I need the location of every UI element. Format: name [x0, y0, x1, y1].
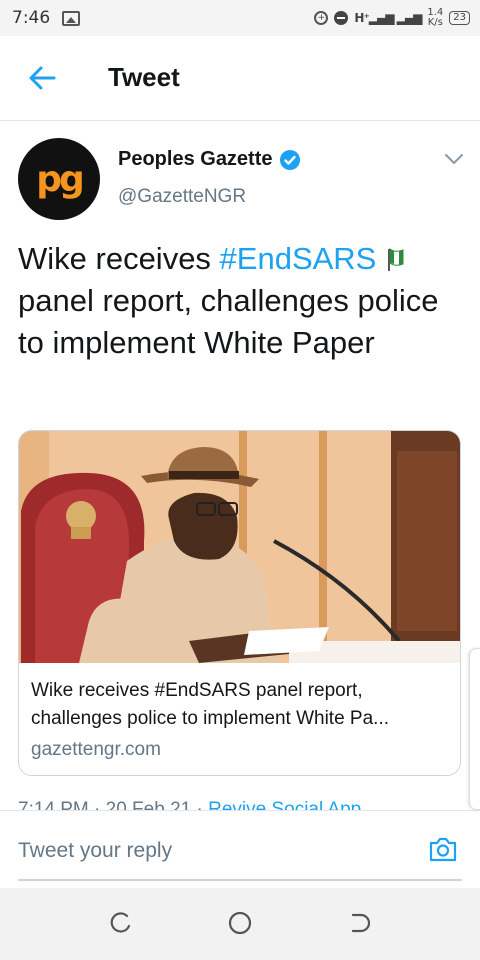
do-not-disturb-icon	[334, 11, 349, 25]
back-nav-icon[interactable]	[347, 910, 373, 936]
reply-bar: Tweet your reply	[0, 810, 480, 889]
link-preview-card[interactable]: Wike receives #EndSARS panel report, cha…	[18, 430, 461, 776]
source-app-link[interactable]: Revive Social App	[208, 799, 361, 810]
author-name-row: Peoples Gazette	[118, 148, 301, 171]
camera-icon[interactable]	[427, 833, 459, 865]
nigeria-flag-icon	[388, 247, 404, 271]
card-photo-illustration	[19, 431, 460, 663]
tweet-text-end: panel report, challenges police to imple…	[18, 283, 439, 360]
tweet-text: Wike receives #EndSARS panel report, cha…	[18, 238, 458, 364]
gallery-notification-icon	[62, 10, 81, 26]
card-title: Wike receives #EndSARS panel report, cha…	[31, 677, 451, 733]
system-nav-bar	[0, 888, 480, 960]
reply-underline	[18, 879, 462, 881]
app-header: Tweet	[0, 36, 480, 121]
status-icons: + H⁺▂▄▆ ▂▄▆ 1.4 K/s 23	[314, 0, 470, 36]
hashtag-link[interactable]: #EndSARS	[220, 241, 377, 276]
signal-strength-icon: H⁺▂▄▆ ▂▄▆	[354, 11, 422, 25]
data-saver-icon: +	[314, 11, 329, 25]
verified-badge-icon	[279, 149, 300, 170]
network-speed: 1.4 K/s	[427, 7, 444, 28]
home-icon[interactable]	[227, 910, 253, 936]
author-handle[interactable]: @GazetteNGR	[118, 186, 246, 208]
card-title-line-2: challenges police to implement White Pa.…	[31, 708, 390, 729]
back-arrow-icon[interactable]	[28, 64, 56, 92]
author-name[interactable]: Peoples Gazette	[118, 148, 273, 171]
recent-apps-icon[interactable]	[107, 910, 133, 936]
card-title-line-1: Wike receives #EndSARS panel report,	[31, 680, 363, 701]
tweet-timestamp: 7:14 PM · 20 Feb 21 ·	[18, 799, 209, 810]
avatar-logo: pg	[36, 158, 85, 200]
reply-input[interactable]: Tweet your reply	[18, 839, 172, 863]
status-bar: 7:46 + H⁺▂▄▆ ▂▄▆ 1.4 K/s 23	[0, 0, 480, 36]
status-time: 7:46	[12, 8, 51, 28]
page-title: Tweet	[108, 62, 180, 92]
card-domain: gazettengr.com	[31, 739, 161, 760]
battery-icon: 23	[449, 11, 470, 25]
tweet-metadata: 7:14 PM · 20 Feb 21 · Revive Social App	[18, 796, 361, 810]
edge-panel-handle[interactable]	[469, 648, 480, 810]
chevron-down-icon[interactable]	[444, 152, 464, 166]
avatar[interactable]: pg	[18, 138, 100, 220]
card-photo	[19, 431, 460, 663]
tweet-text-start: Wike receives	[18, 241, 220, 276]
